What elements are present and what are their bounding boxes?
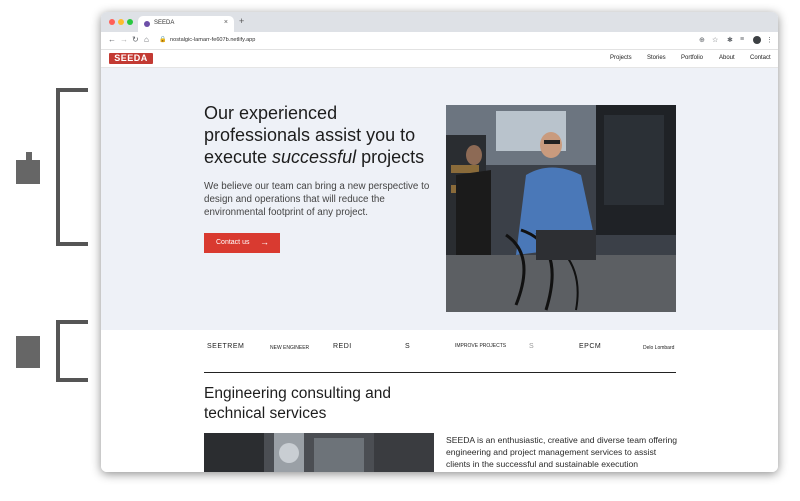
- browser-tab-bar: SEEDA × +: [101, 12, 778, 32]
- section-divider: [204, 372, 676, 373]
- hero-title-emphasis: successful: [272, 147, 357, 167]
- new-tab-button[interactable]: +: [239, 16, 244, 26]
- partner-logo: S: [405, 343, 411, 350]
- hero-photo: [446, 105, 676, 312]
- browser-window: SEEDA × + ← → ↻ ⌂ 🔒 nostalgic-lamarr-fe6…: [101, 12, 778, 472]
- back-arrow-icon[interactable]: ←: [108, 35, 116, 44]
- partner-logo: NEW ENGINEER: [270, 345, 310, 351]
- hero-title-line2: professionals assist you to: [204, 125, 416, 145]
- partner-logo: EPCM: [579, 343, 602, 350]
- install-icon[interactable]: ⊕: [699, 36, 705, 44]
- bracket-top-block-notch: [26, 152, 32, 160]
- partner-logo: SEETREM: [207, 343, 245, 350]
- favicon-icon: [144, 21, 150, 27]
- nav-projects[interactable]: Projects: [610, 55, 632, 61]
- services-description: SEEDA is an enthusiastic, creative and d…: [446, 435, 678, 469]
- lock-icon: 🔒: [159, 37, 167, 43]
- services-photo: [204, 433, 434, 472]
- partner-logo: S: [529, 343, 535, 350]
- hero-section: Our experienced professionals assist you…: [101, 68, 778, 330]
- hero-title-line3-post: projects: [356, 147, 425, 167]
- menu-kebab-icon[interactable]: ⋮: [766, 36, 773, 44]
- close-window-button[interactable]: [109, 19, 115, 25]
- partner-logo: Delo Lombard: [643, 345, 675, 351]
- nav-about[interactable]: About: [719, 55, 735, 61]
- nav-portfolio[interactable]: Portfolio: [681, 55, 703, 61]
- bracket-top-cap-upper: [56, 88, 88, 92]
- bracket-bottom-cap-upper: [56, 320, 88, 324]
- reading-list-icon[interactable]: ≡: [740, 36, 744, 43]
- forward-arrow-icon[interactable]: →: [120, 35, 128, 44]
- hero-title: Our experienced professionals assist you…: [204, 102, 444, 168]
- contact-us-label: Contact us: [216, 239, 250, 246]
- bracket-top-vertical: [56, 88, 60, 246]
- browser-toolbar: ← → ↻ ⌂ 🔒 nostalgic-lamarr-fe607b.netlif…: [101, 32, 778, 50]
- address-bar[interactable]: 🔒 nostalgic-lamarr-fe607b.netlify.app: [156, 35, 696, 46]
- extensions-icon[interactable]: ✱: [727, 36, 733, 44]
- tab-title: SEEDA: [154, 20, 175, 26]
- bracket-bottom-block: [16, 336, 40, 368]
- minimize-window-button[interactable]: [118, 19, 124, 25]
- zoom-window-button[interactable]: [127, 19, 133, 25]
- bracket-top-block: [16, 160, 40, 184]
- contact-us-button[interactable]: Contact us →: [204, 233, 280, 253]
- site-header: SEEDA Projects Stories Portfolio About C…: [101, 50, 778, 68]
- reload-icon[interactable]: ↻: [132, 35, 139, 44]
- web-page: SEEDA Projects Stories Portfolio About C…: [101, 50, 778, 472]
- bookmark-star-icon[interactable]: ☆: [712, 36, 718, 44]
- nav-contact[interactable]: Contact: [750, 55, 771, 61]
- profile-avatar[interactable]: [753, 36, 761, 44]
- services-heading: Engineering consulting and technical ser…: [204, 385, 391, 422]
- partner-logo: REDI: [333, 343, 352, 350]
- nav-stories[interactable]: Stories: [647, 55, 666, 61]
- hero-title-line3-pre: execute: [204, 147, 273, 167]
- bracket-bottom-cap-lower: [56, 378, 88, 382]
- bracket-top-cap-lower: [56, 242, 88, 246]
- partner-logo: IMPROVE PROJECTS: [455, 343, 507, 349]
- hero-title-line1: Our experienced: [204, 103, 338, 123]
- arrow-right-icon: →: [260, 237, 269, 247]
- browser-tab[interactable]: SEEDA ×: [138, 16, 234, 32]
- seeda-logo[interactable]: SEEDA: [109, 53, 153, 64]
- partner-logos-strip: SEETREM NEW ENGINEER REDI S IMPROVE PROJ…: [101, 330, 778, 366]
- url-text: nostalgic-lamarr-fe607b.netlify.app: [170, 37, 256, 43]
- engineers-lab-image: [446, 105, 676, 312]
- bracket-bottom-vertical: [56, 320, 60, 382]
- hero-lead: We believe our team can bring a new pers…: [204, 181, 430, 218]
- home-icon[interactable]: ⌂: [144, 35, 149, 44]
- close-tab-icon[interactable]: ×: [224, 19, 228, 26]
- industrial-plant-image: [204, 433, 434, 472]
